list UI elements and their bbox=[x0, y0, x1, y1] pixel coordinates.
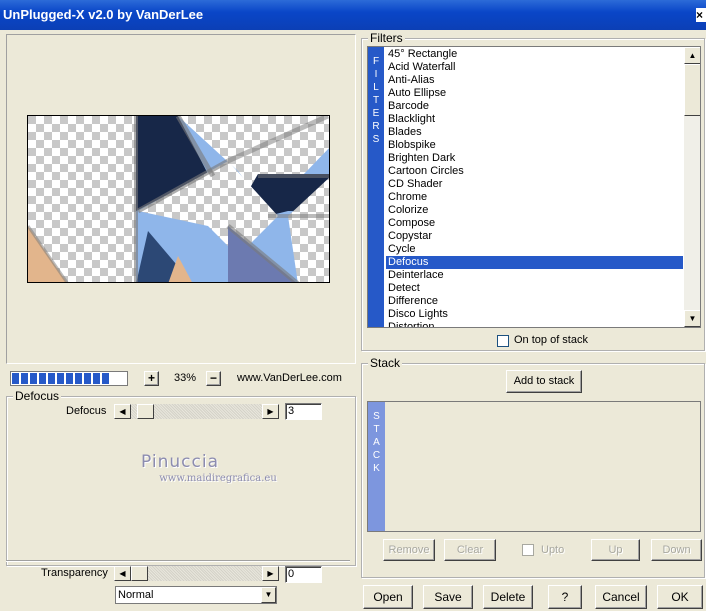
progress-bar bbox=[10, 371, 128, 386]
filter-item[interactable]: Blobspike bbox=[386, 139, 683, 152]
clear-button[interactable]: Clear bbox=[444, 539, 496, 561]
on-top-of-stack-label: On top of stack bbox=[514, 334, 588, 346]
progress-segment bbox=[75, 373, 82, 384]
preview-graphic bbox=[28, 116, 329, 282]
upto-label: Upto bbox=[541, 544, 565, 556]
vertical-tag-letter: T bbox=[372, 95, 380, 106]
filters-vertical-tag: FILTERS bbox=[368, 47, 384, 327]
stack-list[interactable]: STACK bbox=[367, 401, 701, 532]
filter-item[interactable]: Auto Ellipse bbox=[386, 87, 683, 100]
filters-items: 45° Rectangle Acid Waterfall Anti-Alias Aut… bbox=[386, 48, 683, 327]
vertical-tag-letter: A bbox=[373, 437, 380, 448]
slider-right-arrow-icon[interactable]: ▶ bbox=[262, 404, 279, 419]
stack-vertical-tag: STACK bbox=[368, 402, 385, 531]
add-to-stack-button[interactable]: Add to stack bbox=[506, 370, 582, 393]
scroll-up-icon[interactable]: ▲ bbox=[684, 47, 700, 64]
vertical-tag-letter: S bbox=[373, 411, 380, 422]
delete-button[interactable]: Delete bbox=[483, 585, 533, 609]
filter-item[interactable]: Difference bbox=[386, 295, 683, 308]
on-top-of-stack-checkbox[interactable] bbox=[497, 335, 509, 347]
progress-segment bbox=[21, 373, 28, 384]
filter-item[interactable]: Cycle bbox=[386, 243, 683, 256]
save-button[interactable]: Save bbox=[423, 585, 473, 609]
defocus-slider[interactable]: ◀ ▶ bbox=[114, 404, 279, 419]
progress-segment bbox=[57, 373, 64, 384]
filter-item[interactable]: Detect bbox=[386, 282, 683, 295]
help-button[interactable]: ? bbox=[548, 585, 582, 609]
filters-list[interactable]: FILTERS 45° Rectangle Acid Waterfall Anti-… bbox=[367, 46, 701, 328]
filter-item[interactable]: Copystar bbox=[386, 230, 683, 243]
vertical-tag-letter: E bbox=[372, 108, 380, 119]
defocus-value-input[interactable]: 3 bbox=[285, 403, 322, 420]
ok-button[interactable]: OK bbox=[657, 585, 703, 609]
blend-mode-value: Normal bbox=[118, 589, 154, 601]
filters-group-title: Filters bbox=[368, 31, 405, 45]
filters-scrollbar[interactable]: ▲ ▼ bbox=[684, 47, 700, 327]
website-link[interactable]: www.VanDerLee.com bbox=[237, 372, 342, 384]
remove-button[interactable]: Remove bbox=[383, 539, 435, 561]
stack-group-title: Stack bbox=[368, 356, 403, 370]
progress-segment bbox=[84, 373, 91, 384]
preview-image[interactable] bbox=[27, 115, 330, 283]
slider-thumb[interactable] bbox=[137, 404, 154, 419]
transparency-value-input[interactable]: 0 bbox=[285, 566, 322, 583]
filter-item[interactable]: Distortion bbox=[386, 321, 683, 327]
zoom-out-button[interactable]: − bbox=[206, 371, 221, 386]
filter-item[interactable]: Brighten Dark bbox=[386, 152, 683, 165]
vertical-tag-letter: I bbox=[374, 69, 378, 80]
transparency-label: Transparency bbox=[41, 567, 108, 579]
filter-item[interactable]: Disco Lights bbox=[386, 308, 683, 321]
zoom-level: 33% bbox=[173, 372, 197, 384]
filter-item[interactable]: Cartoon Circles bbox=[386, 165, 683, 178]
filter-item[interactable]: Chrome bbox=[386, 191, 683, 204]
vertical-tag-letter: F bbox=[372, 56, 380, 67]
filter-item[interactable]: CD Shader bbox=[386, 178, 683, 191]
vertical-tag-letter: T bbox=[373, 424, 380, 435]
transparency-thumb[interactable] bbox=[131, 566, 148, 581]
filter-item[interactable]: Barcode bbox=[386, 100, 683, 113]
filter-item[interactable]: Compose bbox=[386, 217, 683, 230]
title-bar: UnPlugged-X v2.0 by VanDerLee bbox=[0, 0, 706, 30]
open-button[interactable]: Open bbox=[363, 585, 413, 609]
chevron-down-icon[interactable]: ▼ bbox=[261, 587, 276, 603]
close-icon[interactable]: × bbox=[696, 8, 706, 22]
progress-segment bbox=[93, 373, 100, 384]
window-title: UnPlugged-X v2.0 by VanDerLee bbox=[3, 7, 204, 22]
upto-checkbox[interactable] bbox=[522, 544, 534, 556]
vertical-tag-letter: R bbox=[372, 121, 380, 132]
divider bbox=[6, 560, 350, 562]
defocus-group-title: Defocus bbox=[13, 389, 62, 403]
filter-item[interactable]: Blacklight bbox=[386, 113, 683, 126]
scroll-down-icon[interactable]: ▼ bbox=[684, 310, 700, 327]
progress-segment bbox=[39, 373, 46, 384]
vertical-tag-letter: S bbox=[372, 134, 380, 145]
filter-item[interactable]: Defocus bbox=[386, 256, 683, 269]
defocus-param-label: Defocus bbox=[66, 405, 107, 417]
progress-segment bbox=[102, 373, 109, 384]
filter-item[interactable]: Blades bbox=[386, 126, 683, 139]
progress-segment bbox=[48, 373, 55, 384]
transparency-slider[interactable]: ◀ ▶ bbox=[114, 566, 279, 581]
progress-segment bbox=[12, 373, 19, 384]
scroll-thumb[interactable] bbox=[684, 64, 700, 116]
filter-item[interactable]: Deinterlace bbox=[386, 269, 683, 282]
vertical-tag-letter: C bbox=[372, 450, 381, 461]
up-button[interactable]: Up bbox=[591, 539, 640, 561]
vertical-tag-letter: K bbox=[373, 463, 380, 474]
transparency-right-arrow-icon[interactable]: ▶ bbox=[262, 566, 279, 581]
filter-item[interactable]: 45° Rectangle bbox=[386, 48, 683, 61]
transparency-left-arrow-icon[interactable]: ◀ bbox=[114, 566, 131, 581]
zoom-in-button[interactable]: + bbox=[144, 371, 159, 386]
filter-item[interactable]: Anti-Alias bbox=[386, 74, 683, 87]
progress-segment bbox=[66, 373, 73, 384]
progress-segment bbox=[30, 373, 37, 384]
watermark-name: Pinuccia bbox=[141, 452, 219, 472]
down-button[interactable]: Down bbox=[651, 539, 702, 561]
filter-item[interactable]: Colorize bbox=[386, 204, 683, 217]
blend-mode-select[interactable]: Normal ▼ bbox=[115, 586, 277, 604]
filter-item[interactable]: Acid Waterfall bbox=[386, 61, 683, 74]
vertical-tag-letter: L bbox=[373, 82, 379, 93]
slider-left-arrow-icon[interactable]: ◀ bbox=[114, 404, 131, 419]
cancel-button[interactable]: Cancel bbox=[595, 585, 647, 609]
